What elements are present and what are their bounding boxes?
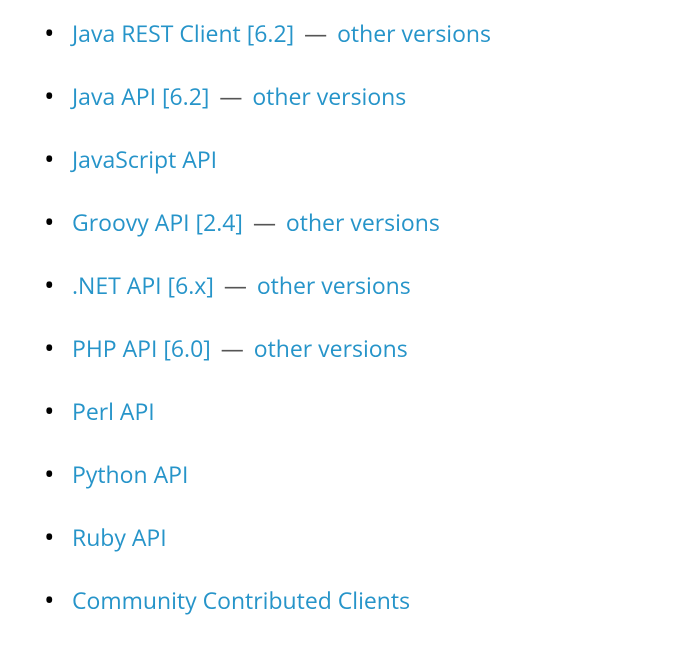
api-link-groovy-api[interactable]: Groovy API [2.4]: [72, 206, 243, 238]
list-item: Community Contributed Clients: [40, 585, 646, 616]
api-link-javascript-api[interactable]: JavaScript API: [72, 143, 217, 175]
separator: —: [221, 332, 244, 364]
separator: —: [219, 80, 242, 112]
list-item: Java API [6.2] — other versions: [40, 81, 646, 112]
list-item: PHP API [6.0] — other versions: [40, 333, 646, 364]
other-versions-link[interactable]: other versions: [252, 80, 406, 112]
separator: —: [304, 17, 327, 49]
list-item: JavaScript API: [40, 144, 646, 175]
api-link-community-contributed-clients[interactable]: Community Contributed Clients: [72, 584, 410, 616]
api-link-ruby-api[interactable]: Ruby API: [72, 521, 167, 553]
api-link-perl-api[interactable]: Perl API: [72, 395, 155, 427]
other-versions-link[interactable]: other versions: [254, 332, 408, 364]
api-client-list: Java REST Client [6.2] — other versions …: [40, 18, 646, 616]
other-versions-link[interactable]: other versions: [286, 206, 440, 238]
api-link-java-api[interactable]: Java API [6.2]: [72, 80, 209, 112]
api-link-net-api[interactable]: .NET API [6.x]: [72, 269, 214, 301]
separator: —: [253, 206, 276, 238]
list-item: Java REST Client [6.2] — other versions: [40, 18, 646, 49]
list-item: Perl API: [40, 396, 646, 427]
api-link-python-api[interactable]: Python API: [72, 458, 188, 490]
separator: —: [224, 269, 247, 301]
list-item: Python API: [40, 459, 646, 490]
list-item: Ruby API: [40, 522, 646, 553]
list-item: Groovy API [2.4] — other versions: [40, 207, 646, 238]
other-versions-link[interactable]: other versions: [257, 269, 411, 301]
list-item: .NET API [6.x] — other versions: [40, 270, 646, 301]
other-versions-link[interactable]: other versions: [337, 17, 491, 49]
api-link-php-api[interactable]: PHP API [6.0]: [72, 332, 211, 364]
api-link-java-rest-client[interactable]: Java REST Client [6.2]: [72, 17, 294, 49]
